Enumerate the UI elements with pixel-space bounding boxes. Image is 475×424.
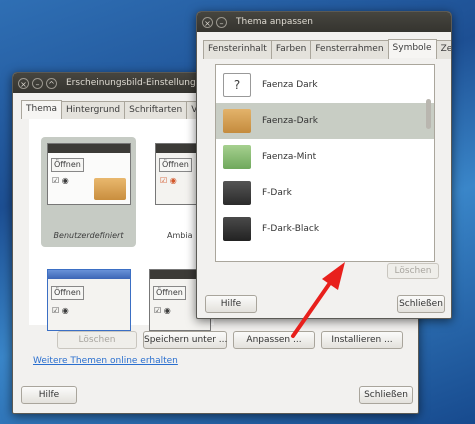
red-arrow-annotation: [291, 262, 345, 338]
